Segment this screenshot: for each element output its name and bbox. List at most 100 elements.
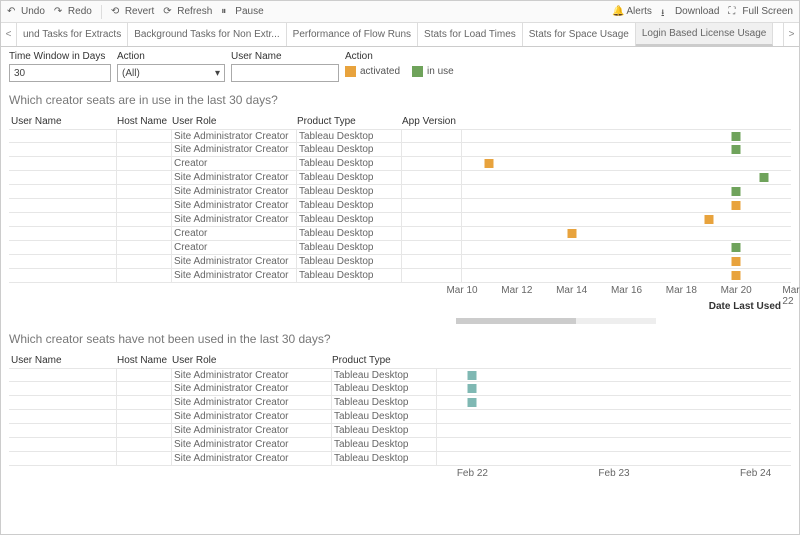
data-mark[interactable]: [732, 187, 741, 196]
cell-role: Creator: [172, 227, 297, 240]
cell-product: Tableau Desktop: [297, 143, 402, 156]
data-mark[interactable]: [732, 271, 741, 280]
action-filter: Action (All)▾: [117, 51, 225, 82]
fullscreen-icon: ⛶: [728, 6, 739, 17]
x-axis: Feb 22Feb 23Feb 24: [437, 468, 791, 482]
data-mark[interactable]: [732, 201, 741, 210]
plot-area: [462, 157, 791, 170]
cell-product: Tableau Desktop: [297, 213, 402, 226]
refresh-icon: ⟳: [163, 6, 174, 17]
plot-area: [462, 255, 791, 268]
section1-title: Which creator seats are in use in the la…: [1, 85, 799, 113]
cell-user: [9, 213, 117, 226]
alerts-button[interactable]: 🔔Alerts: [612, 6, 652, 17]
user-input[interactable]: [231, 64, 339, 82]
data-mark[interactable]: [704, 215, 713, 224]
cell-host: [117, 157, 172, 170]
col-role: User Role: [172, 116, 297, 127]
axis-tick: Mar 22: [782, 285, 799, 307]
col-role: User Role: [172, 355, 332, 366]
cell-user: [9, 410, 117, 423]
cell-product: Tableau Desktop: [297, 241, 402, 254]
data-mark[interactable]: [468, 371, 477, 380]
separator: [101, 5, 102, 19]
cell-user: [9, 130, 117, 142]
cell-product: Tableau Desktop: [332, 424, 437, 437]
legend-activated: activated: [345, 66, 400, 77]
tab-2[interactable]: Performance of Flow Runs: [287, 23, 418, 46]
table-row: Site Administrator CreatorTableau Deskto…: [9, 199, 791, 213]
cell-role: Site Administrator Creator: [172, 269, 297, 282]
data-mark[interactable]: [468, 398, 477, 407]
cell-product: Tableau Desktop: [297, 255, 402, 268]
table-header: User Name Host Name User Role Product Ty…: [9, 113, 791, 129]
horizontal-scrollbar[interactable]: [456, 318, 656, 324]
data-mark[interactable]: [485, 159, 494, 168]
action-select[interactable]: (All)▾: [117, 64, 225, 82]
cell-role: Site Administrator Creator: [172, 130, 297, 142]
cell-app: [402, 227, 462, 240]
cell-role: Site Administrator Creator: [172, 143, 297, 156]
axis-tick: Feb 23: [598, 468, 629, 479]
data-mark[interactable]: [732, 243, 741, 252]
time-window-input[interactable]: [9, 64, 111, 82]
col-host: Host Name: [117, 355, 172, 366]
data-mark[interactable]: [468, 384, 477, 393]
tab-3[interactable]: Stats for Load Times: [418, 23, 523, 46]
data-mark[interactable]: [759, 173, 768, 182]
time-window-label: Time Window in Days: [9, 51, 111, 62]
plot-area: [462, 185, 791, 198]
axis-tick: Feb 22: [457, 468, 488, 479]
table-row: Site Administrator CreatorTableau Deskto…: [9, 171, 791, 185]
revert-button[interactable]: ⟲Revert: [111, 6, 154, 17]
plot-area: [437, 369, 791, 381]
cell-app: [402, 199, 462, 212]
download-button[interactable]: ⭳Download: [661, 6, 719, 17]
refresh-button[interactable]: ⟳Refresh: [163, 6, 212, 17]
plot-area: [462, 130, 791, 142]
data-mark[interactable]: [567, 229, 576, 238]
tab-4[interactable]: Stats for Space Usage: [523, 23, 636, 46]
pause-button[interactable]: ⏸Pause: [221, 6, 263, 17]
data-mark[interactable]: [732, 145, 741, 154]
axis-tick: Mar 16: [611, 285, 642, 296]
cell-host: [117, 213, 172, 226]
tab-5[interactable]: Login Based License Usage: [636, 23, 774, 46]
cell-product: Tableau Desktop: [297, 157, 402, 170]
cell-product: Tableau Desktop: [332, 382, 437, 395]
time-window-filter: Time Window in Days: [9, 51, 111, 82]
tab-0[interactable]: und Tasks for Extracts: [17, 23, 128, 46]
cell-role: Site Administrator Creator: [172, 424, 332, 437]
pause-icon: ⏸: [221, 6, 232, 17]
table-row: Site Administrator CreatorTableau Deskto…: [9, 410, 791, 424]
square-icon: [345, 66, 356, 77]
table-row: Site Administrator CreatorTableau Deskto…: [9, 382, 791, 396]
cell-host: [117, 269, 172, 282]
cell-user: [9, 452, 117, 465]
fullscreen-button[interactable]: ⛶Full Screen: [728, 6, 793, 17]
plot-area: [462, 269, 791, 282]
cell-user: [9, 143, 117, 156]
undo-button[interactable]: ↶Undo: [7, 6, 45, 17]
table-row: CreatorTableau Desktop: [9, 227, 791, 241]
cell-product: Tableau Desktop: [332, 410, 437, 423]
cell-host: [117, 143, 172, 156]
cell-user: [9, 185, 117, 198]
tab-prev-button[interactable]: <: [1, 23, 17, 46]
redo-icon: ↷: [54, 6, 65, 17]
cell-host: [117, 382, 172, 395]
cell-user: [9, 269, 117, 282]
tab-1[interactable]: Background Tasks for Non Extr...: [128, 23, 286, 46]
data-mark[interactable]: [732, 257, 741, 266]
data-mark[interactable]: [732, 132, 741, 141]
cell-product: Tableau Desktop: [297, 171, 402, 184]
scrollbar-thumb[interactable]: [456, 318, 576, 324]
legend: activated in use: [345, 64, 454, 77]
tab-next-button[interactable]: >: [783, 23, 799, 46]
cell-product: Tableau Desktop: [332, 438, 437, 451]
plot-area: [462, 241, 791, 254]
cell-user: [9, 438, 117, 451]
cell-user: [9, 171, 117, 184]
cell-app: [402, 185, 462, 198]
redo-button[interactable]: ↷Redo: [54, 6, 92, 17]
